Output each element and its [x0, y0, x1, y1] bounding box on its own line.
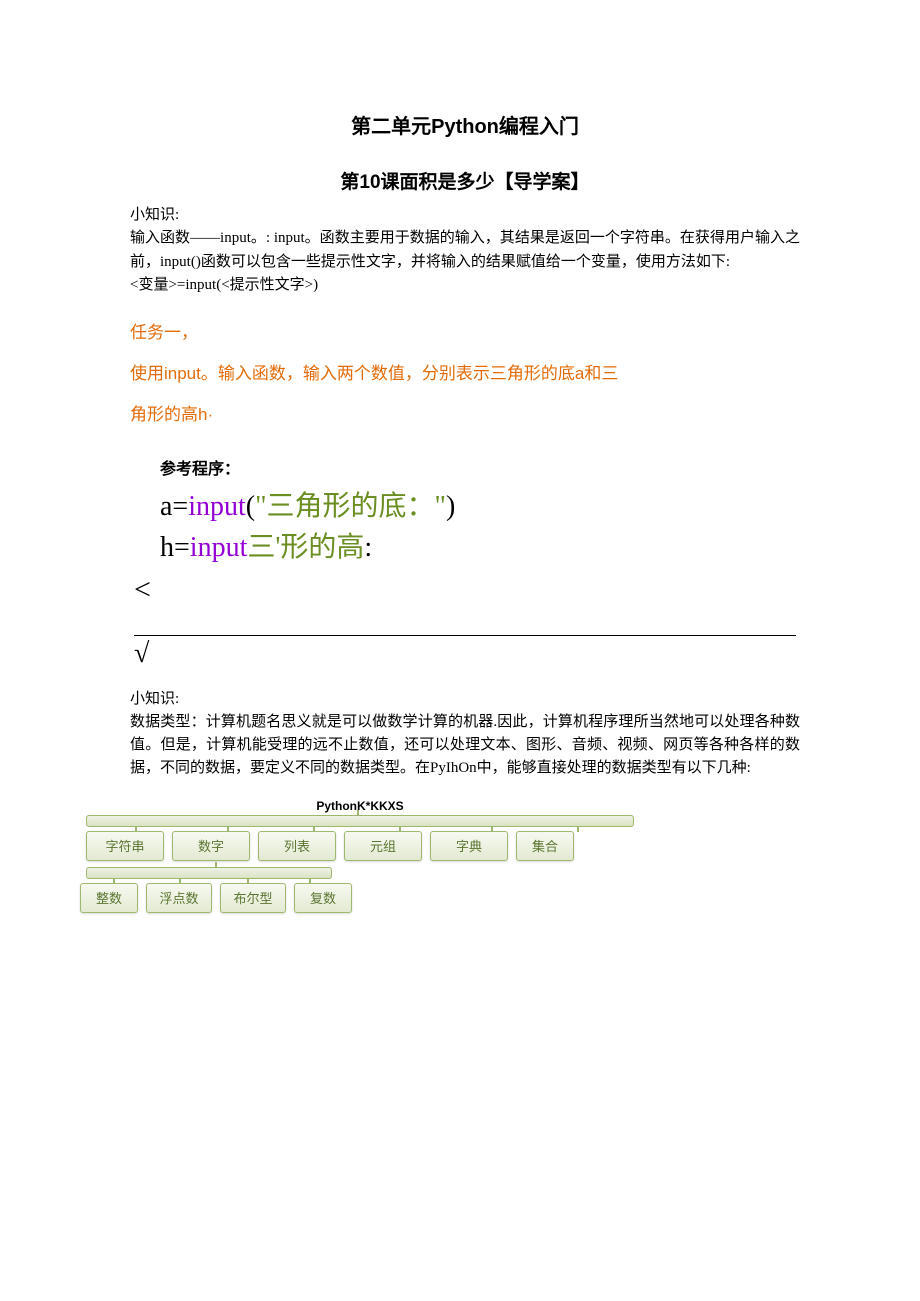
diagram-row-1: 字符串 数字 列表 元组 字典 集合 [80, 827, 640, 865]
node-complex: 复数 [294, 883, 352, 913]
knowledge-para-2: 数据类型：计算机题名思义就是可以做数学计算的机器.因此，计算机程序理所当然地可以… [130, 711, 800, 781]
lesson-title: 第10课面积是多少【导学案】 [130, 167, 800, 194]
code-block: a=input("三角形的底：") h=input三'形的高: [160, 487, 800, 568]
code-string-1: "三角形的底：" [255, 491, 446, 522]
node-bool: 布尔型 [220, 883, 286, 913]
diagram-level2-bar [86, 867, 332, 879]
code-func-input-2: input [190, 532, 248, 563]
node-list: 列表 [258, 831, 336, 861]
code-func-input-1: input [188, 491, 246, 522]
checkmark-icon: √ [134, 638, 800, 670]
task1-line2: 角形的高h· [130, 395, 800, 436]
knowledge-label-2: 小知识: [130, 688, 800, 711]
task1-line1: 使用input。输入函数，输入两个数值，分别表示三角形的底a和三 [130, 354, 800, 395]
code-line-2: h=input三'形的高: [160, 528, 800, 569]
code-line-1: a=input("三角形的底：") [160, 487, 800, 528]
reference-program-label: 参考程序： [160, 455, 800, 479]
knowledge-syntax: <变量>=input(<提示性文字>) [130, 274, 800, 297]
node-tuple: 元组 [344, 831, 422, 861]
diagram-level1-bar [86, 815, 634, 827]
code-paren-open: ( [246, 491, 255, 522]
page-container: 第二单元Python编程入门 第10课面积是多少【导学案】 小知识: 输入函数—… [0, 0, 920, 977]
knowledge-label-1: 小知识: [130, 204, 800, 227]
node-set: 集合 [516, 831, 574, 861]
task1-heading: 任务一， [130, 313, 800, 354]
diagram-row-2: 整数 浮点数 布尔型 复数 [80, 879, 640, 917]
code-assign-a: a= [160, 491, 188, 522]
datatype-diagram: PythonK*KKXS 字符串 数字 列表 元组 字典 集合 [80, 799, 640, 917]
node-int: 整数 [80, 883, 138, 913]
unit-title: 第二单元Python编程入门 [130, 110, 800, 139]
code-colon: : [364, 532, 372, 563]
node-float: 浮点数 [146, 883, 212, 913]
code-assign-h: h= [160, 532, 190, 563]
node-string: 字符串 [86, 831, 164, 861]
node-dict: 字典 [430, 831, 508, 861]
divider-line [134, 635, 796, 636]
less-than-symbol: < [134, 573, 800, 607]
node-number: 数字 [172, 831, 250, 861]
knowledge-para-1: 输入函数——input。: input。函数主要用于数据的输入，其结果是返回一个… [130, 227, 800, 274]
code-paren-close: ) [446, 491, 455, 522]
code-string-2: 三'形的高 [247, 532, 364, 563]
diagram-title: PythonK*KKXS [80, 799, 640, 813]
